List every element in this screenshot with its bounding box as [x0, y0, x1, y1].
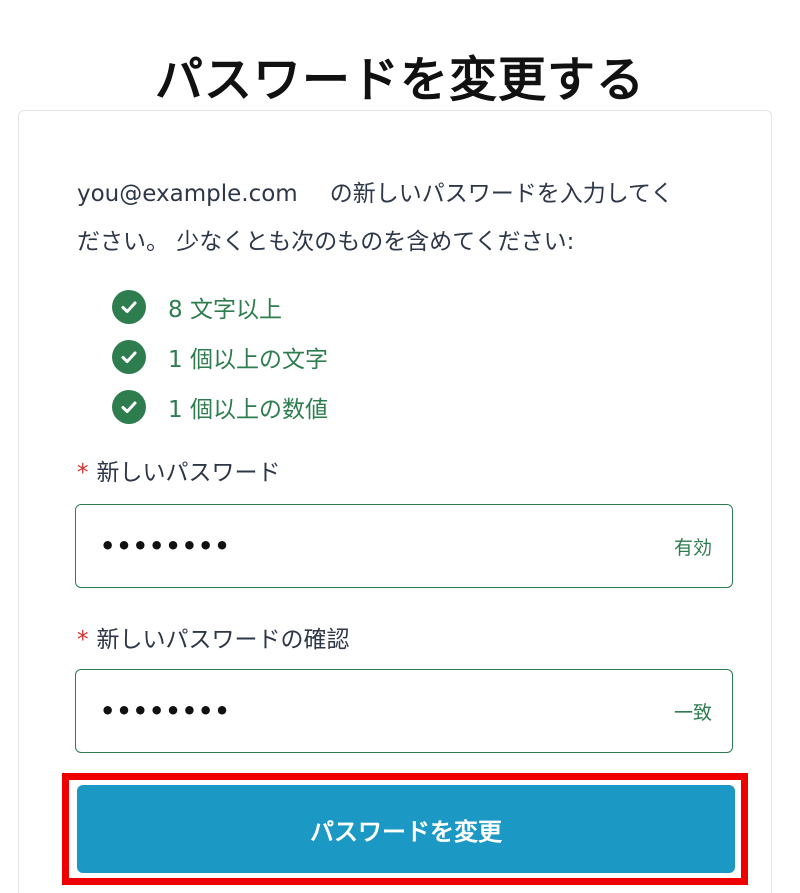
password-rule: 8 文字以上 — [112, 282, 328, 332]
intro-text: you@example.com の新しいパスワードを入力してく ださい。 少なくと… — [77, 170, 737, 266]
confirm-password-label-text: 新しいパスワードの確認 — [96, 627, 350, 653]
page-title: パスワードを変更する — [154, 52, 645, 109]
password-rule-label: 1 個以上の文字 — [168, 347, 328, 373]
new-password-input[interactable]: •••••••• 有効 — [75, 504, 733, 588]
intro-text-line2: ださい。 少なくとも次のものを含めてください: — [77, 229, 575, 255]
password-rule: 1 個以上の文字 — [112, 332, 328, 382]
confirm-password-value: •••••••• — [100, 697, 231, 725]
intro-line-1: you@example.com の新しいパスワードを入力してく — [77, 170, 737, 218]
new-password-label-text: 新しいパスワード — [96, 460, 281, 486]
new-password-status: 有効 — [673, 536, 712, 559]
password-rule-label: 1 個以上の数値 — [168, 397, 328, 423]
check-circle-icon — [112, 340, 146, 374]
new-password-value: •••••••• — [100, 532, 231, 560]
confirm-password-status: 一致 — [673, 701, 712, 724]
password-rule: 1 個以上の数値 — [112, 382, 328, 432]
change-password-page: パスワードを変更する you@example.com の新しいパスワードを入力して… — [0, 0, 800, 893]
confirm-password-label: * 新しいパスワードの確認 — [77, 620, 350, 654]
password-rules-list: 8 文字以上 1 個以上の文字 1 個以上の数値 — [112, 282, 328, 432]
check-circle-icon — [112, 390, 146, 424]
intro-text-line1: の新しいパスワードを入力してく — [329, 181, 674, 207]
required-marker: * — [77, 460, 89, 486]
confirm-password-input[interactable]: •••••••• 一致 — [75, 669, 733, 753]
new-password-label: * 新しいパスワード — [77, 453, 281, 487]
password-rule-label: 8 文字以上 — [168, 297, 282, 323]
user-email: you@example.com — [77, 181, 298, 207]
required-marker: * — [77, 627, 89, 653]
change-password-button[interactable]: パスワードを変更 — [77, 785, 735, 873]
check-circle-icon — [112, 290, 146, 324]
